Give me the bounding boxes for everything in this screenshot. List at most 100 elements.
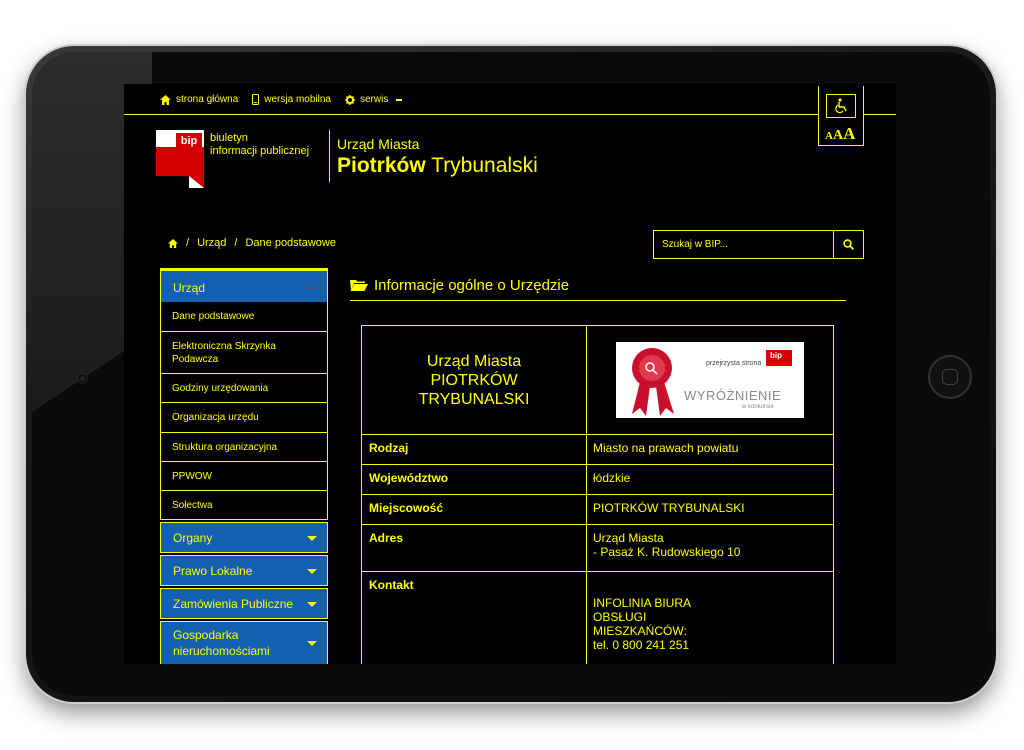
org-name-line1: Urząd Miasta [337, 136, 420, 152]
award-ribbon-icon [632, 348, 674, 416]
breadcrumb-dane-podstawowe[interactable]: Dane podstawowe [245, 237, 336, 249]
sidebar-item-solectwa[interactable]: Sołectwa [160, 491, 328, 520]
row-label-rodzaj: Rodzaj [362, 435, 587, 464]
accessibility-toggle[interactable] [826, 94, 856, 118]
sidebar-category-label: Prawo Lokalne [173, 563, 253, 578]
home-icon [160, 94, 171, 105]
bip-mark: bip [181, 135, 198, 147]
breadcrumb-home-icon[interactable] [168, 238, 178, 248]
chevron-up-icon [307, 285, 315, 289]
sidebar-category-organy[interactable]: Organy [160, 522, 328, 553]
sidebar-category-label: Zamówienia Publiczne [173, 596, 294, 611]
table-row: Województwo łódzkie [362, 465, 833, 495]
search-box [653, 230, 864, 259]
row-label-kontakt: Kontakt [362, 572, 587, 664]
org-name-rest: Trybunalski [425, 154, 538, 177]
font-size-small[interactable]: A [825, 130, 833, 142]
info-table: Urząd Miasta PIOTRKÓW TRYBUNALSKI przejr… [361, 325, 834, 664]
sidebar-item-organizacja-urzedu[interactable]: Organizacja urzędu [160, 403, 328, 433]
row-label-miejscowosc: Miejscowość [362, 495, 587, 524]
org-name-bold: Piotrków [337, 154, 426, 177]
search-button[interactable] [833, 231, 863, 258]
service-menu-label: serwis [359, 94, 389, 105]
camera-icon [78, 374, 87, 383]
table-org-title-line1: Urząd Miasta [426, 352, 522, 370]
award-badge: przejrzysta strona bip WYRÓŻNIENIE w kon… [616, 342, 804, 418]
breadcrumb-separator: / [186, 237, 190, 249]
bip-caption-line1: biuletyn [210, 132, 248, 144]
row-label-wojewodztwo: Województwo [362, 465, 587, 494]
dropdown-dash-icon [396, 98, 403, 101]
chevron-down-icon [307, 568, 317, 574]
bip-caption: biuletyn informacji publicznej [210, 132, 340, 158]
sidebar-category-zamowienia-publiczne[interactable]: Zamówienia Publiczne [160, 588, 328, 619]
chevron-down-icon [307, 601, 317, 607]
search-input[interactable] [654, 231, 833, 258]
award-small-text: przejrzysta strona [706, 360, 762, 367]
table-org-title-line3: TRYBUNALSKI [418, 390, 530, 408]
table-header-row: Urząd Miasta PIOTRKÓW TRYBUNALSKI przejr… [362, 326, 833, 435]
sidebar-category-prawo-lokalne[interactable]: Prawo Lokalne [160, 555, 328, 586]
mobile-link-label: wersja mobilna [264, 94, 331, 105]
row-value-adres: Urząd Miasta - Pasaż K. Rudowskiego 10 [587, 525, 833, 571]
sidebar-section-urzad[interactable]: Urząd [160, 268, 328, 302]
service-menu[interactable]: serwis [344, 94, 403, 105]
sidebar-item-ppwow[interactable]: PPWOW [160, 462, 328, 491]
row-value-rodzaj: Miasto na prawach powiatu [593, 441, 739, 455]
org-name-line2: Piotrków Trybunalski [337, 154, 597, 178]
chevron-down-icon [307, 535, 317, 541]
bip-caption-line2: informacji publicznej [210, 145, 310, 157]
top-navigation: strona główna wersja mobilna serwis [160, 94, 403, 105]
gear-icon [344, 94, 355, 105]
mobile-link[interactable]: wersja mobilna [252, 94, 331, 105]
font-size-medium[interactable]: A [833, 128, 843, 143]
font-size-large[interactable]: A [843, 124, 855, 143]
sidebar-category-label: Organy [173, 530, 213, 545]
sidebar-item-godziny-urzedowania[interactable]: Godziny urzędowania [160, 374, 328, 403]
page-title-text: Informacje ogólne o Urzędzie [374, 277, 570, 294]
logo-divider [329, 130, 330, 182]
chevron-down-icon [307, 641, 317, 646]
home-link-label: strona główna [176, 94, 239, 105]
address-line2: - Pasaż K. Rudowskiego 10 [593, 545, 741, 559]
row-value-kontakt: INFOLINIA BIURA OBSŁUGI MIESZKAŃCÓW: tel… [587, 572, 833, 664]
table-org-title-line2: PIOTRKÓW [430, 371, 518, 389]
contact-infoline: INFOLINIA BIURA OBSŁUGI MIESZKAŃCÓW: [593, 596, 691, 638]
table-row: Rodzaj Miasto na prawach powiatu [362, 435, 833, 465]
home-link[interactable]: strona główna [160, 94, 238, 105]
address-line1: Urząd Miasta [593, 531, 664, 545]
search-icon [843, 239, 854, 250]
contact-phone: tel. 0 800 241 251 [593, 638, 690, 652]
sidebar-item-skrzynka-podawcza[interactable]: Elektroniczna Skrzynka Podawcza [160, 332, 328, 374]
page-title: Informacje ogólne o Urzędzie [350, 277, 846, 301]
bip-logo-icon: bip [156, 130, 204, 188]
sidebar-nav: Urząd Dane podstawowe Elektroniczna Skrz… [160, 268, 328, 664]
table-row: Adres Urząd Miasta - Pasaż K. Rudowskieg… [362, 525, 833, 572]
wheelchair-icon [835, 98, 847, 114]
sidebar-category-label: Gospodarka nieruchomościami [173, 628, 270, 658]
accessibility-panel: AAA [818, 86, 864, 146]
sidebar-category-gospodarka-nieruchomosciami[interactable]: Gospodarka nieruchomościami [160, 621, 328, 664]
award-subtitle: w konkursie [742, 404, 774, 410]
organization-name: Urząd Miasta Piotrków Trybunalski [337, 136, 597, 178]
table-award-cell: przejrzysta strona bip WYRÓŻNIENIE w kon… [587, 326, 833, 434]
mobile-icon [252, 94, 260, 105]
row-value-miejscowosc: PIOTRKÓW TRYBUNALSKI [593, 501, 745, 515]
screen: strona główna wersja mobilna serwis AAA [124, 84, 896, 664]
home-button[interactable] [928, 355, 972, 399]
award-title: WYRÓŻNIENIE [684, 388, 782, 403]
row-value-wojewodztwo: łódzkie [593, 471, 631, 485]
row-label-adres: Adres [362, 525, 587, 571]
breadcrumb-separator: / [234, 237, 238, 249]
font-size-controls: AAA [825, 124, 855, 144]
sidebar-section-label: Urząd [173, 281, 206, 295]
sidebar-item-dane-podstawowe[interactable]: Dane podstawowe [160, 302, 328, 332]
top-bar: strona główna wersja mobilna serwis [124, 84, 896, 115]
table-row: Miejscowość PIOTRKÓW TRYBUNALSKI [362, 495, 833, 525]
folder-open-icon [350, 280, 368, 291]
sidebar-item-struktura-organizacyjna[interactable]: Struktura organizacyjna [160, 433, 328, 462]
breadcrumb: / Urząd / Dane podstawowe [168, 237, 336, 249]
table-org-title: Urząd Miasta PIOTRKÓW TRYBUNALSKI [362, 326, 587, 434]
breadcrumb-urzad[interactable]: Urząd [197, 237, 226, 249]
award-bip-mark: bip [770, 351, 782, 360]
